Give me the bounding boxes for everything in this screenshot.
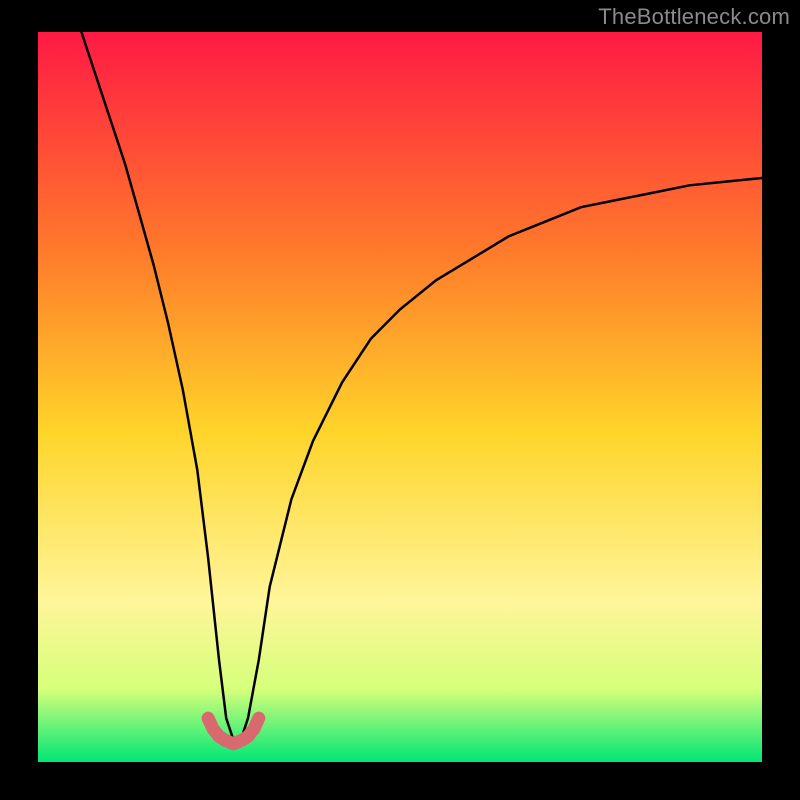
bottleneck-chart [0,0,800,800]
plot-background [38,32,762,762]
chart-container: { "watermark": "TheBottleneck.com", "col… [0,0,800,800]
